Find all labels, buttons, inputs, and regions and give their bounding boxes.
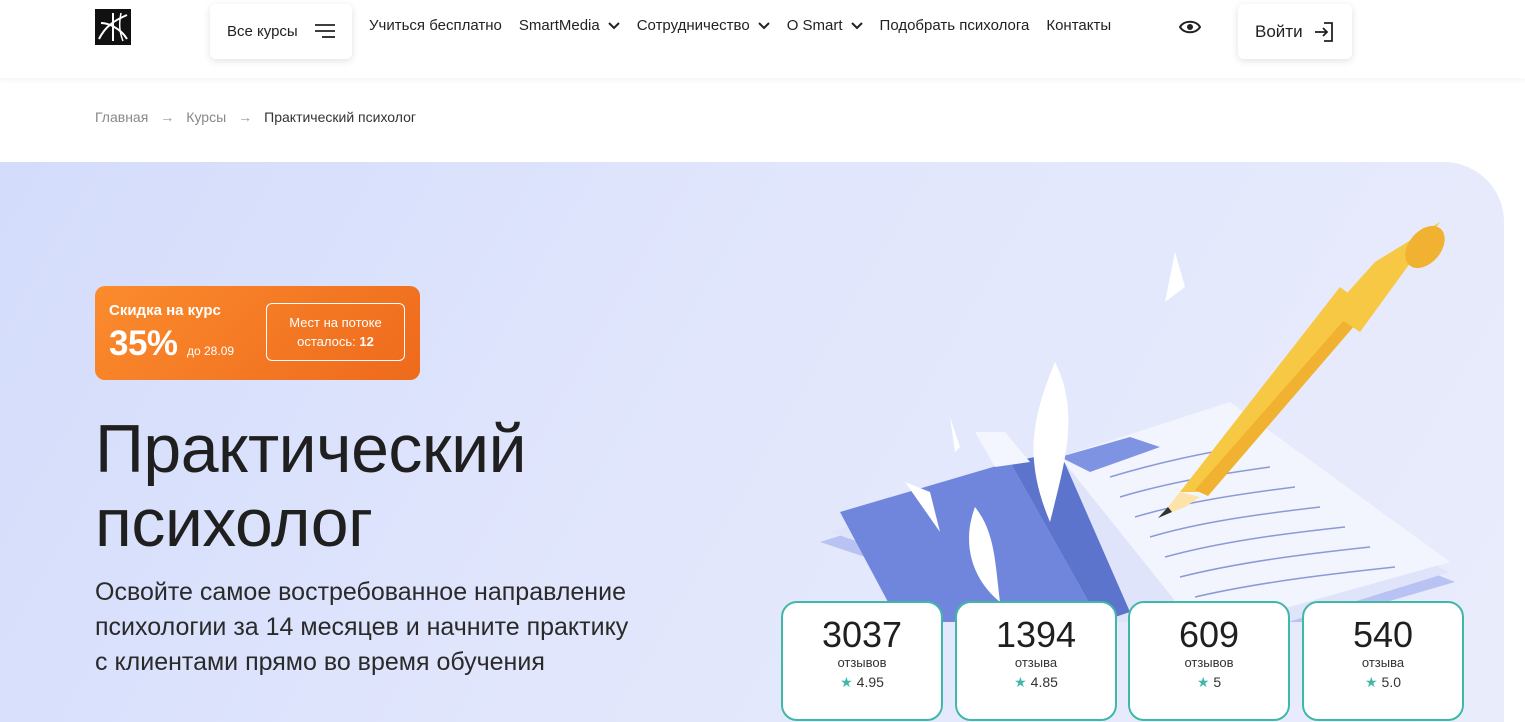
nav-label: Подобрать психолога [879,17,1030,34]
star-icon: ★ [1014,674,1027,690]
all-courses-label: Все курсы [227,23,298,40]
nav-item-about[interactable]: О Smart [787,17,863,34]
breadcrumb-separator: → [238,109,253,125]
chevron-down-icon [850,21,863,29]
star-icon: ★ [1364,674,1378,690]
breadcrumb-current: Практический психолог [264,109,416,125]
nav-item-find-psychologist[interactable]: Подобрать психолога [880,17,1030,34]
review-stat-card[interactable]: 609 отзывов ★ 5 [1128,601,1290,721]
breadcrumb-home[interactable]: Главная [95,109,148,125]
review-stat-card[interactable]: 540 отзыва ★ 5.0 [1302,601,1464,721]
review-stat-card[interactable]: 1394 отзыва ★ 4.85 [955,601,1117,721]
page-title: Практический психолог [95,411,527,561]
review-rating: 5 [1213,674,1222,690]
seats-line2: осталось: [297,334,356,349]
review-count: 609 [1178,614,1240,655]
review-rating: 4.95 [856,674,884,690]
discount-label: Скидка на курс [109,302,221,319]
chevron-down-icon [757,21,770,29]
subtitle-line2: психологии за 14 месяцев и начните практ… [95,613,629,641]
subtitle-line1: Освойте самое востребованное направление [95,578,626,606]
hero-section: Скидка на курс 35% до 28.09 Мест на пото… [0,162,1504,722]
review-label: отзыва [1014,655,1058,670]
chevron-down-icon [608,21,620,29]
review-label: отзывов [837,655,887,670]
review-count: 540 [1352,614,1414,655]
seats-count: 12 [359,334,374,349]
seats-left-box: Мест на потоке осталось: 12 [266,303,405,361]
site-header: Все курсы Учиться бесплатно SmartMedia С… [0,0,1525,78]
smart-logo[interactable] [95,9,131,45]
main-nav: Учиться бесплатно SmartMedia Сотрудничес… [369,17,1128,34]
nav-item-learn-free[interactable]: Учиться бесплатно [369,17,502,34]
nav-label: Сотрудничество [636,17,750,34]
login-button[interactable]: Войти [1238,4,1352,59]
breadcrumb-courses[interactable]: Курсы [186,109,226,125]
review-label: отзывов [1184,655,1234,670]
all-courses-button[interactable]: Все курсы [210,4,352,59]
discount-until: до 28.09 [187,344,235,358]
nav-label: SmartMedia [518,17,600,34]
nav-label: Учиться бесплатно [369,17,502,34]
book-pen-illustration [820,222,1455,622]
review-rating: 5.0 [1381,674,1402,690]
nav-item-smartmedia[interactable]: SmartMedia [519,17,620,34]
subtitle-line3: с клиентами прямо во время обучения [95,648,545,676]
review-label: отзыва [1361,655,1405,670]
breadcrumb-separator: → [160,109,175,125]
login-icon [1315,22,1333,42]
seats-line1: Мест на потоке [289,315,382,330]
breadcrumb: Главная → Курсы → Практический психолог [95,109,416,125]
page-subtitle: Освойте самое востребованное направление… [95,575,735,680]
discount-value: 35% [109,324,178,363]
review-stat-card[interactable]: 3037 отзывов ★ 4.95 [781,601,943,721]
star-icon: ★ [1196,674,1210,690]
review-rating: 4.85 [1030,674,1058,690]
nav-label: О Smart [786,17,843,34]
nav-item-cooperation[interactable]: Сотрудничество [637,17,770,34]
menu-icon [315,24,335,38]
login-label: Войти [1255,21,1303,41]
review-count: 3037 [821,614,903,655]
eye-icon[interactable] [1179,19,1201,35]
title-line2: психолог [95,485,373,561]
review-count: 1394 [995,614,1077,655]
star-icon: ★ [840,674,853,690]
nav-label: Контакты [1046,17,1112,34]
title-line1: Практический [95,411,527,487]
discount-banner: Скидка на курс 35% до 28.09 Мест на пото… [95,286,420,380]
nav-item-contacts[interactable]: Контакты [1046,17,1111,34]
